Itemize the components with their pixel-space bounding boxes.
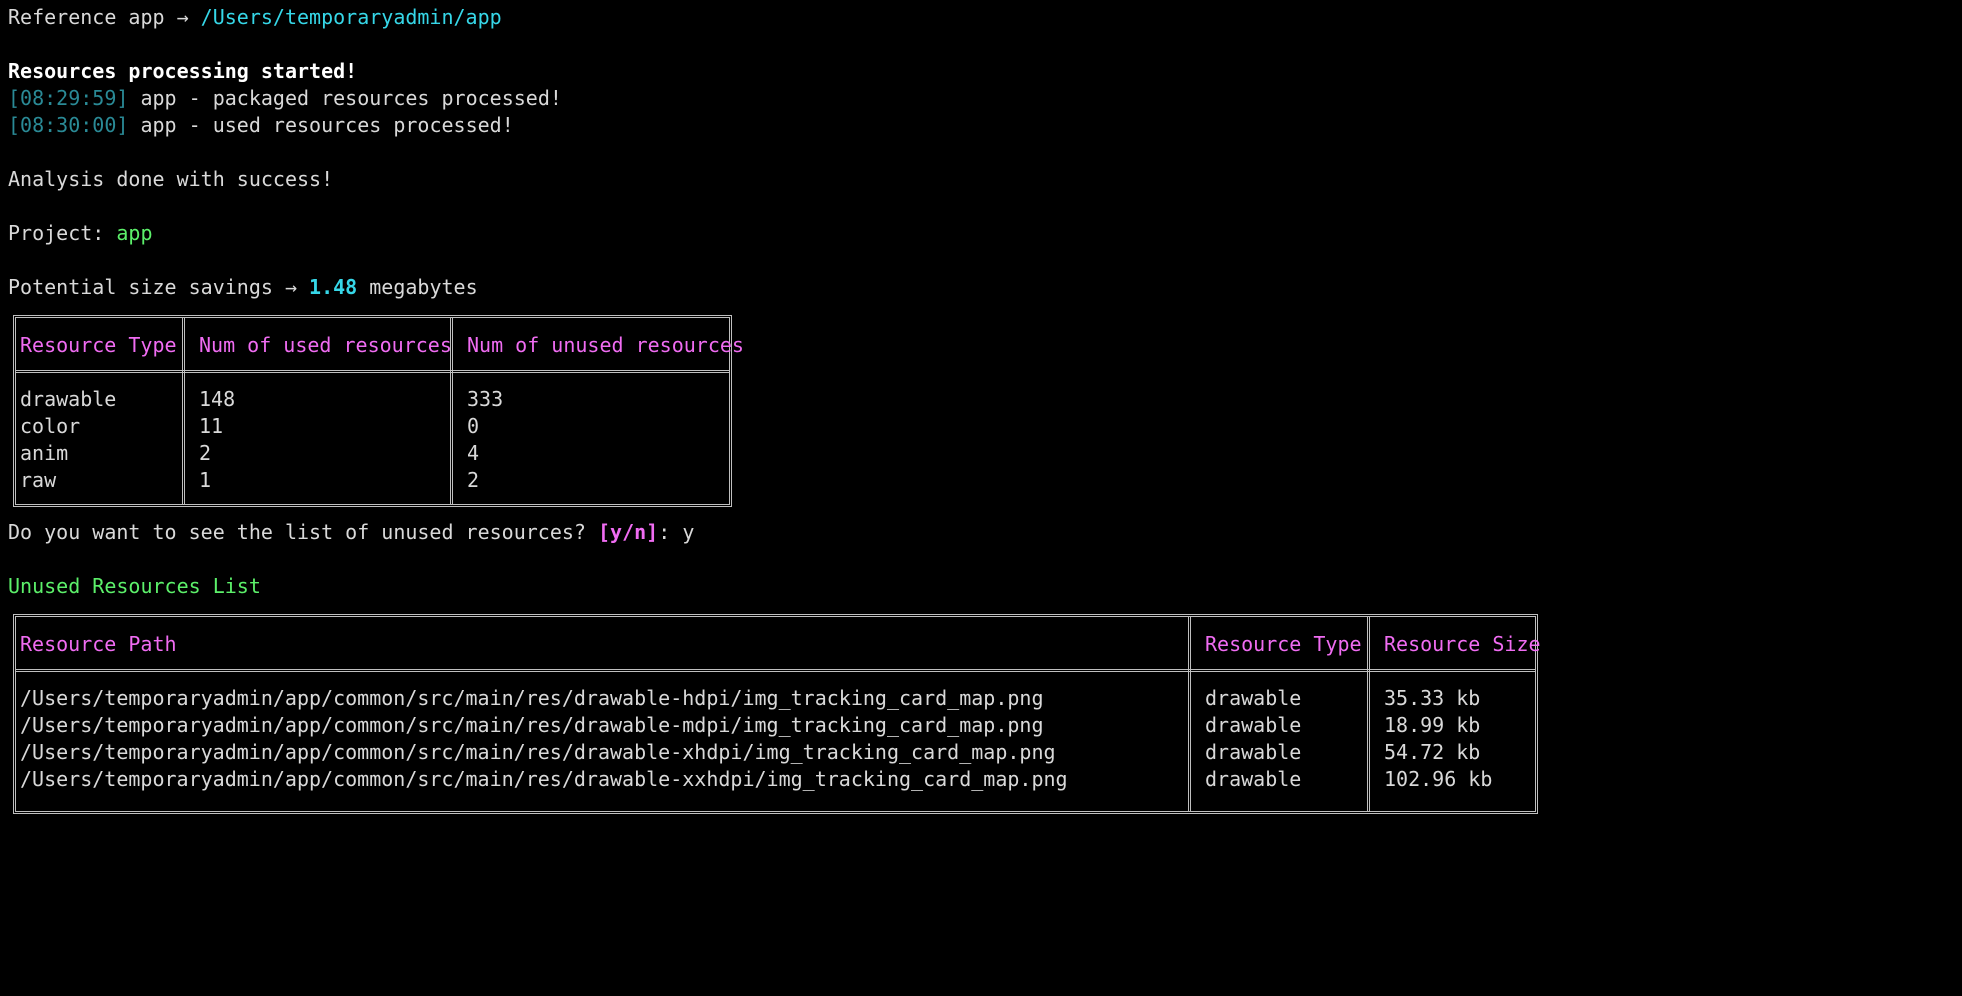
cell-type: anim [20,441,69,465]
header-resource-size: Resource Size [1384,632,1541,656]
cell-size: 54.72 kb [1384,740,1481,764]
savings-value: 1.48 [309,275,358,299]
header-used-count: Num of used resources [199,333,452,357]
project-line: Project: app [8,220,153,247]
processing-started-text: Resources processing started! [8,59,358,83]
prompt-answer: : y [658,520,695,544]
cell-unused: 4 [467,441,480,465]
analysis-done-text: Analysis done with success! [8,167,334,191]
cell-type: raw [20,468,57,492]
table-header-divider [16,370,729,373]
savings-line: Potential size savings → 1.48 megabytes [8,274,478,301]
cell-used: 2 [199,441,212,465]
cell-type: drawable [1205,713,1302,737]
prompt-line: Do you want to see the list of unused re… [8,519,694,546]
cell-size: 102.96 kb [1384,767,1493,791]
column-divider [1367,617,1370,811]
unused-list-title: Unused Resources List [8,574,261,598]
column-divider [182,318,185,504]
unused-resources-table: Resource Path Resource Type Resource Siz… [13,614,1541,814]
cell-unused: 2 [467,468,480,492]
cell-type: drawable [1205,740,1302,764]
prompt-options: [y/n] [598,520,659,544]
table-header-divider [16,669,1535,672]
project-name: app [116,221,153,245]
header-resource-type: Resource Type [1205,632,1362,656]
cell-unused: 333 [467,387,504,411]
cell-path: /Users/temporaryadmin/app/common/src/mai… [20,686,1044,710]
cell-type: drawable [20,387,117,411]
cell-type: color [20,414,81,438]
cell-used: 1 [199,468,212,492]
terminal-output[interactable]: Reference app → /Users/temporaryadmin/ap… [0,0,1962,996]
log-line: [08:30:00] app - used resources processe… [8,112,514,139]
column-divider [1188,617,1191,811]
cell-path: /Users/temporaryadmin/app/common/src/mai… [20,767,1068,791]
log-line: [08:29:59] app - packaged resources proc… [8,85,562,112]
cell-type: drawable [1205,686,1302,710]
log-message: app - packaged resources processed! [128,86,562,110]
header-resource-type: Resource Type [20,333,177,357]
header-unused-count: Num of unused resources [467,333,744,357]
reference-line: Reference app → /Users/temporaryadmin/ap… [8,4,502,31]
savings-label: Potential size savings → [8,275,310,299]
savings-unit: megabytes [357,275,478,299]
cell-used: 148 [199,387,236,411]
reference-label: Reference app → [8,5,201,29]
prompt-question: Do you want to see the list of unused re… [8,520,599,544]
cell-size: 18.99 kb [1384,713,1481,737]
cell-used: 11 [199,414,224,438]
project-label: Project: [8,221,117,245]
cell-path: /Users/temporaryadmin/app/common/src/mai… [20,740,1056,764]
cell-type: drawable [1205,767,1302,791]
reference-path: /Users/temporaryadmin/app [200,5,502,29]
cell-path: /Users/temporaryadmin/app/common/src/mai… [20,713,1044,737]
cell-unused: 0 [467,414,480,438]
log-timestamp: [08:30:00] [8,113,129,137]
log-timestamp: [08:29:59] [8,86,129,110]
log-message: app - used resources processed! [128,113,514,137]
cell-size: 35.33 kb [1384,686,1481,710]
summary-table: Resource Type Num of used resources Num … [13,315,744,507]
header-resource-path: Resource Path [20,632,177,656]
